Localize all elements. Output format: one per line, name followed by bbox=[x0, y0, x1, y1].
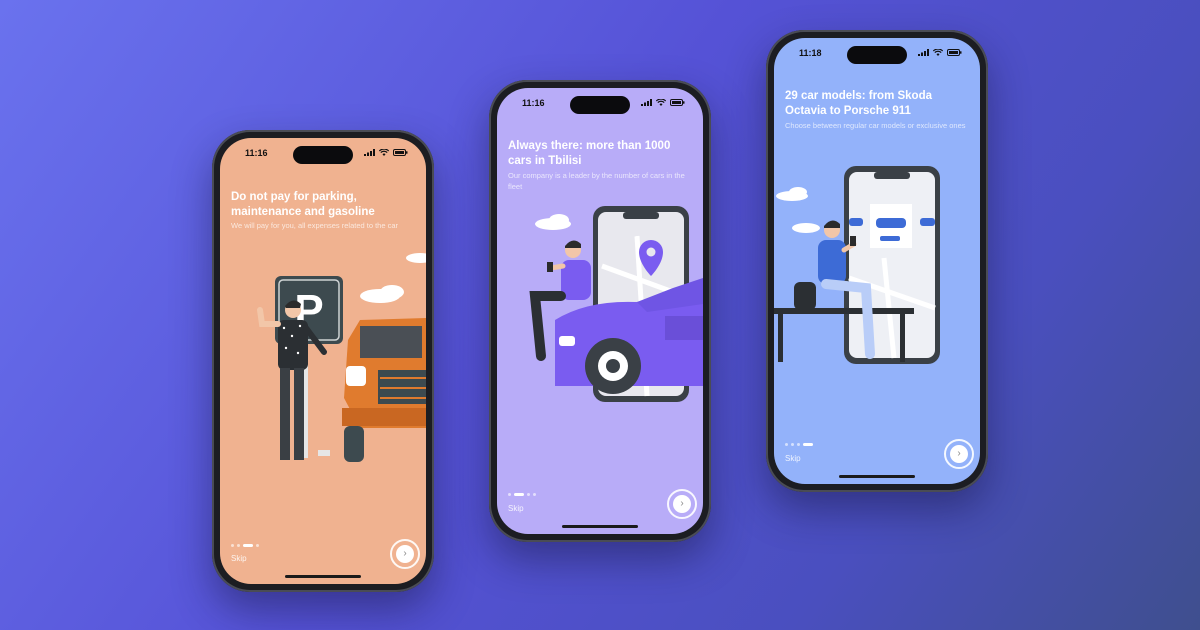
chevron-right-icon: › bbox=[950, 445, 968, 463]
signal-icon bbox=[364, 149, 375, 156]
page-indicator bbox=[508, 493, 536, 496]
parking-illustration: P bbox=[257, 253, 426, 462]
page-dot bbox=[231, 544, 234, 547]
onboarding-screen-2: 11:16 Always there: more than 1000 cars … bbox=[497, 88, 703, 534]
dynamic-island bbox=[847, 46, 907, 64]
car-models-illustration bbox=[774, 166, 940, 364]
page-dot bbox=[797, 443, 800, 446]
onboarding-screen-3: 11:18 29 car models: from Skoda Octavia … bbox=[774, 38, 980, 484]
status-icons bbox=[918, 49, 962, 56]
page-dot bbox=[256, 544, 259, 547]
page-indicator bbox=[785, 443, 813, 446]
phone-2: 11:16 Always there: more than 1000 cars … bbox=[489, 80, 711, 542]
onboarding-subtitle: Choose between regular car models or exc… bbox=[785, 121, 966, 130]
signal-icon bbox=[641, 99, 652, 106]
battery-icon bbox=[393, 149, 408, 156]
battery-icon bbox=[947, 49, 962, 56]
home-indicator bbox=[285, 575, 361, 578]
wifi-icon bbox=[933, 49, 943, 56]
page-indicator bbox=[231, 544, 259, 547]
page-dot bbox=[785, 443, 788, 446]
wifi-icon bbox=[379, 149, 389, 156]
page-dot-active bbox=[803, 443, 813, 446]
battery-icon bbox=[670, 99, 685, 106]
page-dot bbox=[237, 544, 240, 547]
next-button[interactable]: › bbox=[667, 489, 697, 519]
skip-button[interactable]: Skip bbox=[785, 454, 801, 463]
status-time: 11:16 bbox=[522, 98, 545, 108]
page-dot bbox=[533, 493, 536, 496]
car-fleet-illustration bbox=[529, 206, 703, 402]
status-time: 11:16 bbox=[245, 148, 268, 158]
onboarding-title: Always there: more than 1000 cars in Tbi… bbox=[508, 140, 671, 167]
page-dot-active bbox=[514, 493, 524, 496]
next-button[interactable]: › bbox=[944, 439, 974, 469]
dynamic-island bbox=[293, 146, 353, 164]
page-dot bbox=[527, 493, 530, 496]
status-icons bbox=[364, 149, 408, 156]
next-button[interactable]: › bbox=[390, 539, 420, 569]
onboarding-subtitle: Our company is a leader by the number of… bbox=[508, 171, 685, 191]
chevron-right-icon: › bbox=[673, 495, 691, 513]
onboarding-title: Do not pay for parking, maintenance and … bbox=[231, 191, 375, 218]
signal-icon bbox=[918, 49, 929, 56]
onboarding-title: 29 car models: from Skoda Octavia to Por… bbox=[785, 90, 932, 117]
onboarding-subtitle: We will pay for you, all expenses relate… bbox=[231, 221, 399, 230]
onboarding-screen-1: 11:16 Do not pay for parking, maintenanc… bbox=[220, 138, 426, 584]
status-icons bbox=[641, 99, 685, 106]
dynamic-island bbox=[570, 96, 630, 114]
skip-button[interactable]: Skip bbox=[231, 554, 247, 563]
status-time: 11:18 bbox=[799, 48, 822, 58]
home-indicator bbox=[839, 475, 915, 478]
chevron-right-icon: › bbox=[396, 545, 414, 563]
page-dot bbox=[791, 443, 794, 446]
skip-button[interactable]: Skip bbox=[508, 504, 524, 513]
wifi-icon bbox=[656, 99, 666, 106]
phone-1: 11:16 Do not pay for parking, maintenanc… bbox=[212, 130, 434, 592]
page-dot-active bbox=[243, 544, 253, 547]
phone-3: 11:18 29 car models: from Skoda Octavia … bbox=[766, 30, 988, 492]
page-dot bbox=[508, 493, 511, 496]
home-indicator bbox=[562, 525, 638, 528]
